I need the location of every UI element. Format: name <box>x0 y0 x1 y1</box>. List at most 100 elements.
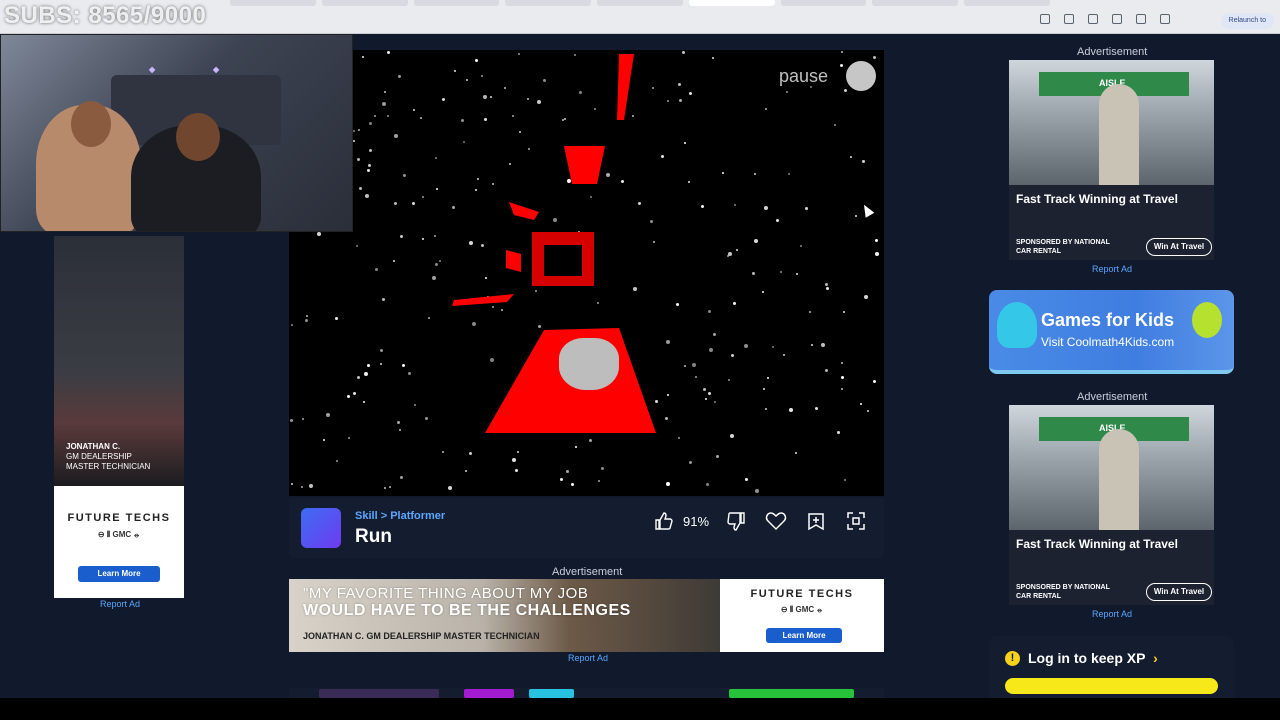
game-tunnel-opening <box>544 245 582 276</box>
right-ad-bottom-label: Advertisement <box>1077 391 1148 403</box>
games-for-kids-subtitle: Visit Coolmath4Kids.com <box>1041 335 1175 349</box>
right-ad-bottom-title: Fast Track Winning at Travel <box>1016 537 1178 551</box>
left-ad-learn-more-button[interactable]: Learn More <box>78 566 160 582</box>
middle-ad-label: Advertisement <box>552 566 623 578</box>
browser-tab-active[interactable] <box>688 0 775 6</box>
game-thumbnail[interactable] <box>301 508 341 548</box>
games-for-kids-title: Games for Kids <box>1041 310 1175 330</box>
left-ad-photo: JONATHAN C. GM DEALERSHIP MASTER TECHNIC… <box>54 236 184 486</box>
profile-icon[interactable] <box>1160 14 1170 24</box>
game-canvas[interactable]: pause <box>289 50 884 496</box>
login-xp-link[interactable]: Log in to keep XP › <box>1028 650 1158 666</box>
games-for-kids-banner[interactable]: Games for Kids Visit Coolmath4Kids.com <box>989 290 1234 374</box>
game-tile-fragment <box>509 202 539 220</box>
octopus-mascot-icon <box>997 302 1037 348</box>
game-tile-fragment <box>506 250 521 272</box>
alien-mascot-icon <box>1192 302 1222 338</box>
game-obstacle <box>617 54 634 120</box>
fullscreen-icon[interactable] <box>843 508 869 534</box>
browser-tab[interactable] <box>413 0 500 6</box>
left-ad-logos: ⊖ ⦀ GMC ⦵ <box>97 530 141 539</box>
thumbs-up-icon[interactable] <box>651 508 677 534</box>
related-games-strip[interactable] <box>289 688 884 698</box>
right-ad-bottom-cta-button[interactable]: Win At Travel <box>1146 583 1212 601</box>
game-scene <box>452 54 656 433</box>
game-info-bar: Skill > Platformer Run 91% <box>289 498 884 558</box>
bookmark-star-icon[interactable] <box>1088 14 1098 24</box>
browser-tab[interactable] <box>321 0 408 6</box>
right-ad-top[interactable]: AISLE Fast Track Winning at Travel SPONS… <box>1009 60 1214 260</box>
related-game-thumb[interactable] <box>729 689 854 698</box>
zoom-icon[interactable] <box>1064 14 1074 24</box>
middle-ad-learn-more-button[interactable]: Learn More <box>766 628 842 643</box>
related-game-thumb[interactable] <box>319 689 439 698</box>
middle-ad-brand-panel: FUTURE TECHS ⊖ ⦀ GMC ⦵ Learn More <box>720 579 884 652</box>
webcam-overlay: ◆ ◆ <box>0 34 353 232</box>
right-ad-top-sponsor: SPONSORED BY NATIONAL CAR RENTAL <box>1016 239 1110 255</box>
login-xp-text: Log in to keep XP <box>1028 650 1146 666</box>
right-ad-bottom[interactable]: AISLE Fast Track Winning at Travel SPONS… <box>1009 405 1214 605</box>
left-ad-name: JONATHAN C. <box>66 442 121 451</box>
breadcrumb-separator: > <box>380 510 388 522</box>
relaunch-button[interactable]: Relaunch to <box>1220 13 1274 29</box>
breadcrumb: Skill > Platformer <box>355 510 445 522</box>
middle-ad-report-link[interactable]: Report Ad <box>568 653 608 663</box>
middle-ad-quote-line-2: WOULD HAVE TO BE THE CHALLENGES <box>303 602 631 619</box>
webcam-person-right-head <box>176 113 220 161</box>
add-to-playlist-icon[interactable] <box>803 508 829 534</box>
middle-ad-credit: JONATHAN C. GM DEALERSHIP MASTER TECHNIC… <box>303 631 540 641</box>
right-ad-bottom-report-link[interactable]: Report Ad <box>1092 609 1132 619</box>
game-title: Run <box>355 526 392 547</box>
related-game-thumb[interactable] <box>464 689 514 698</box>
heart-icon[interactable] <box>763 508 789 534</box>
middle-ad[interactable]: "MY FAVORITE THING ABOUT MY JOB WOULD HA… <box>289 579 884 652</box>
browser-tab-strip[interactable] <box>230 0 1051 8</box>
desktop-taskbar <box>0 698 1280 720</box>
browser-toolbar-icons <box>1040 14 1170 24</box>
browser-tab[interactable] <box>964 0 1051 6</box>
left-ad-brand: FUTURE TECHS <box>67 512 171 524</box>
game-tile-fragment <box>452 294 514 306</box>
alert-icon: ! <box>1005 651 1020 666</box>
left-ad-role-2: MASTER TECHNICIAN <box>66 462 151 471</box>
chevron-right-icon: › <box>1153 650 1158 666</box>
related-game-thumb[interactable] <box>529 689 574 698</box>
pause-button[interactable] <box>846 61 876 91</box>
left-ad[interactable]: JONATHAN C. GM DEALERSHIP MASTER TECHNIC… <box>54 236 184 598</box>
left-ad-role-1: GM DEALERSHIP <box>66 452 132 461</box>
left-ad-report-link[interactable]: Report Ad <box>100 599 140 609</box>
webcam-person-left-head <box>71 101 111 147</box>
right-ad-bottom-photo: AISLE <box>1009 405 1214 530</box>
right-ad-bottom-person <box>1099 429 1139 530</box>
browser-tab[interactable] <box>597 0 683 6</box>
middle-ad-quote: "MY FAVORITE THING ABOUT MY JOB WOULD HA… <box>303 585 631 619</box>
webcam-wall-logo: ◆ <box>213 65 220 74</box>
game-platform <box>564 146 605 184</box>
browser-tab[interactable] <box>872 0 959 6</box>
browser-tab[interactable] <box>505 0 592 6</box>
right-ad-top-title: Fast Track Winning at Travel <box>1016 192 1178 206</box>
xp-progress-bar <box>1005 678 1218 694</box>
right-ad-top-photo: AISLE <box>1009 60 1214 185</box>
right-ad-top-cta-button[interactable]: Win At Travel <box>1146 238 1212 256</box>
left-ad-caption: JONATHAN C. GM DEALERSHIP MASTER TECHNIC… <box>66 442 150 472</box>
thumbs-down-icon[interactable] <box>723 508 749 534</box>
right-ad-bottom-sponsor: SPONSORED BY NATIONAL CAR RENTAL <box>1016 584 1110 600</box>
right-ad-top-label: Advertisement <box>1077 46 1148 58</box>
browser-tab[interactable] <box>230 0 316 6</box>
rating-percent: 91% <box>683 513 710 529</box>
breadcrumb-subcategory-link[interactable]: Platformer <box>390 510 445 522</box>
sidepanel-icon[interactable] <box>1112 14 1122 24</box>
left-ad-brand-panel: FUTURE TECHS ⊖ ⦀ GMC ⦵ Learn More <box>54 486 184 598</box>
browser-tab[interactable] <box>780 0 867 6</box>
middle-ad-brand: FUTURE TECHS <box>750 588 854 600</box>
downloads-icon[interactable] <box>1136 14 1146 24</box>
middle-ad-photo: "MY FAVORITE THING ABOUT MY JOB WOULD HA… <box>289 579 720 652</box>
pause-label[interactable]: pause <box>779 66 828 87</box>
extension-icon[interactable] <box>1040 14 1050 24</box>
breadcrumb-category-link[interactable]: Skill <box>355 510 378 522</box>
webcam-wall-logo: ◆ <box>149 65 156 74</box>
login-xp-panel[interactable]: ! Log in to keep XP › <box>989 636 1234 698</box>
game-runner-character <box>559 338 619 390</box>
right-ad-top-report-link[interactable]: Report Ad <box>1092 264 1132 274</box>
